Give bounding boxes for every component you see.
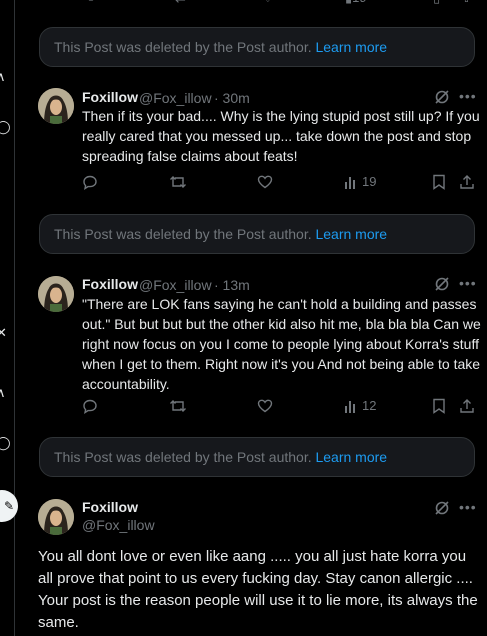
retweet-icon[interactable]: ⇄ [175,0,186,6]
bookmark-icon[interactable]: ▯ [433,0,440,6]
share-icon[interactable]: ⇧ [461,0,472,6]
deleted-post-text: This Post was deleted by the Post author… [54,226,312,242]
reply-icon[interactable]: ○ [87,0,95,5]
retweet-icon[interactable] [169,174,187,190]
post-text: "There are LOK fans saying he can't hold… [82,296,481,392]
like-icon[interactable] [257,398,273,414]
deleted-post-text: This Post was deleted by the Post author… [54,449,312,465]
avatar[interactable] [38,88,74,124]
focused-post-text: You all dont love or even like aang ....… [38,548,478,631]
author-name[interactable]: Foxillow [82,89,138,105]
share-icon[interactable] [459,174,475,190]
timeline: ○ ⇄ ♡ ▮19 ▯ ⇧ This Post was deleted by t… [15,0,487,636]
learn-more-link[interactable]: Learn more [315,449,387,465]
nav-icon[interactable]: ‹ [0,22,8,36]
post-text: Then if its your bad.... Why is the lyin… [82,108,480,164]
grok-icon[interactable] [434,500,450,521]
nav-icon[interactable]: / [0,276,8,290]
views-icon[interactable]: 19 [344,174,376,189]
author-name[interactable]: Foxillow [82,499,138,515]
nav-icon[interactable]: ʃ [0,172,8,186]
previous-post-actions: ○ ⇄ ♡ ▮19 ▯ ⇧ [15,0,487,6]
deleted-post-notice: This Post was deleted by the Post author… [39,214,475,254]
left-navigation: ‹ ∧ ◯ ʃ | / ✕ ∧ ◯ ✎ [0,0,18,636]
bookmark-icon[interactable] [432,398,446,414]
more-icon[interactable]: ••• [459,499,477,515]
post-time[interactable]: · 30m [214,90,250,106]
post-actions: 19 [82,174,482,194]
author-handle[interactable]: @Fox_illow [82,517,155,533]
views-count: 19 [362,174,377,189]
author-handle[interactable]: @Fox_illow [139,277,212,293]
share-icon[interactable] [459,398,475,414]
avatar[interactable] [38,276,74,312]
views-icon[interactable]: ▮19 [345,0,367,6]
views-count: 12 [362,398,377,413]
nav-icon[interactable]: ◯ [0,120,11,134]
author-handle[interactable]: @Fox_illow [139,90,212,106]
nav-icon[interactable]: ◯ [0,436,11,450]
bookmark-icon[interactable] [432,174,446,190]
nav-icon[interactable]: ∧ [0,386,8,400]
avatar[interactable] [38,499,74,535]
reply-icon[interactable] [82,398,98,414]
more-icon[interactable]: ••• [459,88,477,104]
deleted-post-notice: This Post was deleted by the Post author… [39,437,475,477]
learn-more-link[interactable]: Learn more [315,226,387,242]
author-name[interactable]: Foxillow [82,276,138,292]
reply-icon[interactable] [82,174,98,190]
views-icon[interactable]: 12 [344,398,376,413]
retweet-icon[interactable] [169,398,187,414]
nav-icon[interactable]: ✕ [0,326,8,340]
deleted-post-text: This Post was deleted by the Post author… [54,39,312,55]
nav-icon[interactable]: ∧ [0,70,8,84]
post-time[interactable]: · 13m [214,277,250,293]
learn-more-link[interactable]: Learn more [315,39,387,55]
more-icon[interactable]: ••• [459,275,477,291]
nav-icon[interactable]: | [0,226,8,240]
like-icon[interactable]: ♡ [262,0,274,6]
deleted-post-notice: This Post was deleted by the Post author… [39,27,475,67]
post-actions: 12 [82,398,482,418]
views-count: 19 [352,0,366,5]
like-icon[interactable] [257,174,273,190]
